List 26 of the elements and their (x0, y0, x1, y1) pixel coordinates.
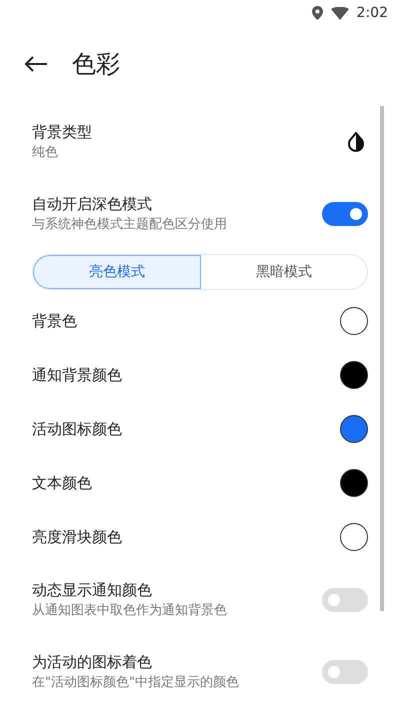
setting-title: 为活动的图标着色 (32, 652, 153, 673)
setting-title: 背景色 (32, 310, 77, 332)
wifi-icon (330, 6, 349, 20)
color-swatch[interactable] (340, 415, 368, 443)
setting-title: 自动开启深色模式 (32, 194, 153, 215)
mode-tab[interactable]: 亮色模式 (33, 255, 201, 289)
setting-title: 文本颜色 (32, 472, 92, 494)
color-swatch[interactable] (340, 523, 368, 551)
setting-title: 通知背景颜色 (32, 364, 122, 386)
setting-title: 活动图标颜色 (32, 418, 122, 440)
setting-title: 亮度滑块颜色 (32, 526, 122, 548)
setting-subtitle: 在"活动图标颜色"中指定显示的颜色 (32, 674, 239, 692)
setting-subtitle: 与系统神色模式主题配色区分使用 (32, 216, 227, 234)
clock-time: 2:02 (356, 4, 388, 22)
back-arrow-icon[interactable] (24, 56, 48, 72)
color-swatch[interactable] (340, 469, 368, 497)
color-swatch[interactable] (340, 307, 368, 335)
setting-title: 动态显示通知颜色 (32, 580, 153, 601)
setting-title: 背景类型 (32, 122, 92, 143)
setting-subtitle: 从通知图表中取色作为通知背景色 (32, 602, 227, 620)
toggle-switch[interactable] (322, 202, 368, 226)
location-icon (312, 6, 323, 20)
setting-subtitle: 纯色 (32, 144, 59, 162)
contrast-drop-icon (348, 132, 364, 152)
page-title: 色彩 (72, 49, 120, 80)
color-swatch[interactable] (340, 361, 368, 389)
